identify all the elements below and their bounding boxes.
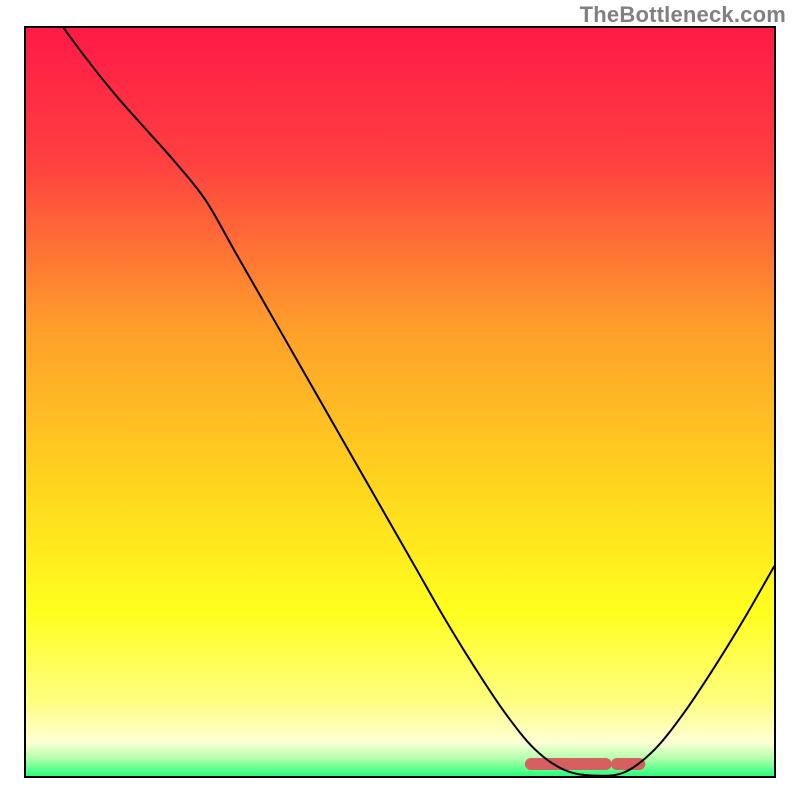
chart-container: TheBottleneck.com [0, 0, 800, 800]
chart-svg [26, 28, 774, 776]
plot-area [24, 26, 776, 778]
watermark-text: TheBottleneck.com [580, 2, 786, 28]
gradient-bg [26, 28, 774, 776]
